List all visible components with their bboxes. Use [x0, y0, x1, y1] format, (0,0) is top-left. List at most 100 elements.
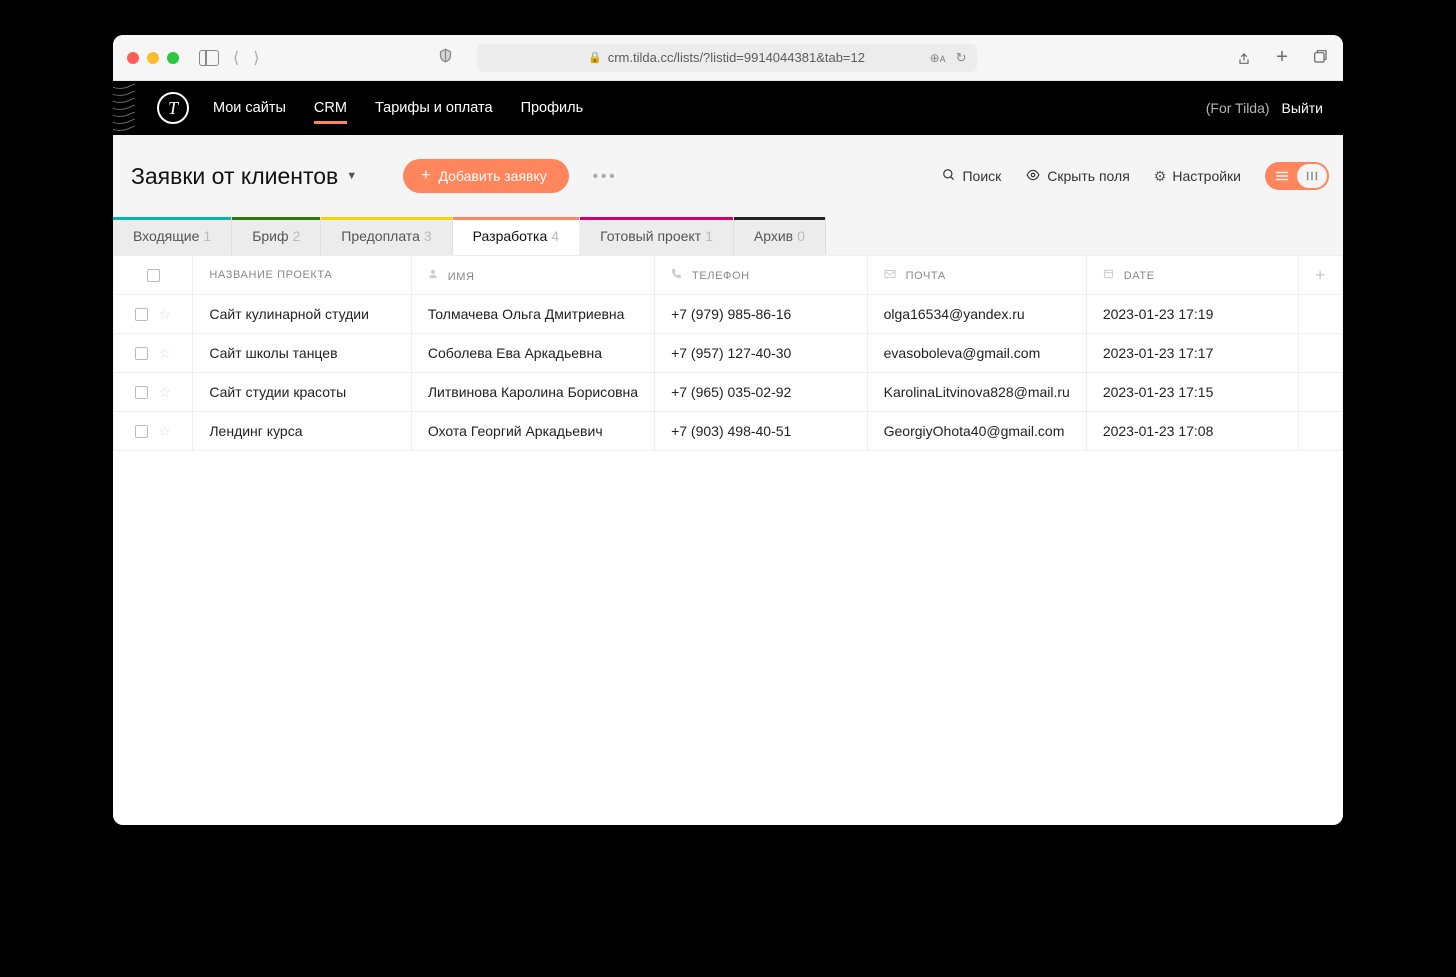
star-icon[interactable]: ☆ — [158, 423, 171, 439]
cell-person[interactable]: Литвинова Каролина Борисовна — [411, 373, 654, 412]
cell-person[interactable]: Соболева Ева Аркадьевна — [411, 334, 654, 373]
cell-email[interactable]: GeorgiyOhota40@gmail.com — [867, 412, 1086, 451]
tab-label: Разработка — [473, 228, 548, 244]
star-icon[interactable]: ☆ — [158, 384, 171, 400]
app-header: T Мои сайтыCRMТарифы и оплатаПрофиль (Fo… — [113, 81, 1343, 135]
column-header-name[interactable]: ИМЯ — [411, 256, 654, 295]
url-bar[interactable]: 🔒 crm.tilda.cc/lists/?listid=9914044381&… — [477, 44, 977, 72]
tab-count: 0 — [797, 228, 805, 244]
cell-phone[interactable]: +7 (903) 498-40-51 — [655, 412, 868, 451]
leads-table: НАЗВАНИЕ ПРОЕКТА ИМЯ ТЕЛЕФОН — [113, 255, 1343, 451]
status-tab-0[interactable]: Входящие 1 — [113, 217, 232, 255]
cell-project[interactable]: Лендинг курса — [193, 412, 411, 451]
cell-date[interactable]: 2023-01-23 17:19 — [1086, 295, 1298, 334]
cell-date[interactable]: 2023-01-23 17:15 — [1086, 373, 1298, 412]
column-header-checkbox[interactable] — [114, 256, 193, 295]
list-title-text: Заявки от клиентов — [131, 163, 338, 190]
cell-empty — [1298, 412, 1342, 451]
cell-project[interactable]: Сайт школы танцев — [193, 334, 411, 373]
table-row[interactable]: ☆ Сайт студии красотыЛитвинова Каролина Б… — [114, 373, 1343, 412]
add-column-button[interactable]: + — [1298, 256, 1342, 295]
decorative-pattern-icon — [113, 81, 135, 135]
phone-icon — [671, 268, 686, 282]
tab-label: Входящие — [133, 228, 199, 244]
hide-fields-button[interactable]: Скрыть поля — [1025, 168, 1130, 185]
privacy-shield-icon[interactable] — [438, 48, 453, 67]
cell-project[interactable]: Сайт кулинарной студии — [193, 295, 411, 334]
cell-phone[interactable]: +7 (957) 127-40-30 — [655, 334, 868, 373]
cell-empty — [1298, 295, 1342, 334]
cell-email[interactable]: KarolinaLitvinova828@mail.ru — [867, 373, 1086, 412]
translate-icon[interactable]: ⊕ᴀ — [930, 51, 946, 65]
person-icon — [428, 269, 442, 283]
main-nav: Мои сайты CRM Тарифы и оплата Профиль — [213, 82, 583, 134]
status-tabs: Входящие 1Бриф 2Предоплата 3Разработка 4… — [113, 217, 1343, 255]
new-tab-icon[interactable]: + — [1273, 49, 1291, 67]
add-lead-label: Добавить заявку — [438, 168, 546, 184]
share-icon[interactable] — [1235, 49, 1253, 67]
column-header-date[interactable]: DATE — [1086, 256, 1298, 295]
status-tab-4[interactable]: Готовый проект 1 — [580, 217, 734, 255]
tab-count: 4 — [551, 228, 559, 244]
nav-item-1[interactable]: CRM — [314, 82, 347, 134]
star-icon[interactable]: ☆ — [158, 306, 171, 322]
sidebar-toggle-icon[interactable] — [199, 50, 219, 66]
status-tab-1[interactable]: Бриф 2 — [232, 217, 321, 255]
nav-item-0[interactable]: Мои сайты — [213, 82, 286, 134]
cell-email[interactable]: olga16534@yandex.ru — [867, 295, 1086, 334]
lock-icon: 🔒 — [588, 51, 602, 64]
tabs-overview-icon[interactable] — [1311, 49, 1329, 67]
maximize-window-icon[interactable] — [167, 52, 179, 64]
row-checkbox[interactable] — [135, 308, 148, 321]
calendar-icon — [1103, 268, 1118, 282]
table-row[interactable]: ☆ Сайт школы танцевСоболева Ева Аркадьевн… — [114, 334, 1343, 373]
minimize-window-icon[interactable] — [147, 52, 159, 64]
cell-date[interactable]: 2023-01-23 17:17 — [1086, 334, 1298, 373]
cell-date[interactable]: 2023-01-23 17:08 — [1086, 412, 1298, 451]
star-icon[interactable]: ☆ — [158, 345, 171, 361]
list-toolbar: Заявки от клиентов ▼ + Добавить заявку •… — [113, 135, 1343, 217]
row-checkbox[interactable] — [135, 425, 148, 438]
nav-forward-icon[interactable]: ⟩ — [253, 48, 259, 68]
tab-label: Предоплата — [341, 228, 420, 244]
tab-count: 3 — [424, 228, 432, 244]
cell-phone[interactable]: +7 (965) 035-02-92 — [655, 373, 868, 412]
select-all-checkbox[interactable] — [147, 269, 160, 282]
table-row[interactable]: ☆ Лендинг курсаОхота Георгий Аркадьевич+7… — [114, 412, 1343, 451]
cell-person[interactable]: Охота Георгий Аркадьевич — [411, 412, 654, 451]
nav-item-3[interactable]: Профиль — [521, 82, 584, 134]
settings-button[interactable]: ⚙ Настройки — [1154, 168, 1241, 185]
row-checkbox[interactable] — [135, 386, 148, 399]
nav-back-icon[interactable]: ⟨ — [233, 48, 239, 68]
envelope-icon — [884, 268, 900, 282]
row-controls: ☆ — [114, 295, 193, 334]
cell-phone[interactable]: +7 (979) 985-86-16 — [655, 295, 868, 334]
search-button[interactable]: Поиск — [942, 168, 1001, 185]
view-mode-toggle[interactable] — [1265, 162, 1329, 190]
kanban-view-icon[interactable] — [1297, 164, 1327, 188]
column-header-phone[interactable]: ТЕЛЕФОН — [655, 256, 868, 295]
url-text: crm.tilda.cc/lists/?listid=9914044381&ta… — [608, 50, 865, 65]
cell-project[interactable]: Сайт студии красоты — [193, 373, 411, 412]
add-lead-button[interactable]: + Добавить заявку — [403, 159, 569, 193]
close-window-icon[interactable] — [127, 52, 139, 64]
cell-empty — [1298, 373, 1342, 412]
column-header-project[interactable]: НАЗВАНИЕ ПРОЕКТА — [193, 256, 411, 295]
status-tab-3[interactable]: Разработка 4 — [453, 217, 580, 255]
tilda-logo-icon[interactable]: T — [157, 92, 189, 124]
tab-count: 2 — [293, 228, 301, 244]
column-header-email[interactable]: ПОЧТА — [867, 256, 1086, 295]
reload-icon[interactable]: ↻ — [956, 50, 967, 66]
plus-icon: + — [421, 167, 430, 185]
table-row[interactable]: ☆ Сайт кулинарной студииТолмачева Ольга Д… — [114, 295, 1343, 334]
row-checkbox[interactable] — [135, 347, 148, 360]
list-view-icon[interactable] — [1267, 164, 1297, 188]
status-tab-2[interactable]: Предоплата 3 — [321, 217, 452, 255]
logout-link[interactable]: Выйти — [1282, 100, 1323, 116]
cell-person[interactable]: Толмачева Ольга Дмитриевна — [411, 295, 654, 334]
status-tab-5[interactable]: Архив 0 — [734, 217, 826, 255]
nav-item-2[interactable]: Тарифы и оплата — [375, 82, 493, 134]
cell-email[interactable]: evasoboleva@gmail.com — [867, 334, 1086, 373]
list-title-dropdown[interactable]: Заявки от клиентов ▼ — [131, 163, 357, 190]
more-actions-icon[interactable]: ••• — [593, 168, 618, 185]
